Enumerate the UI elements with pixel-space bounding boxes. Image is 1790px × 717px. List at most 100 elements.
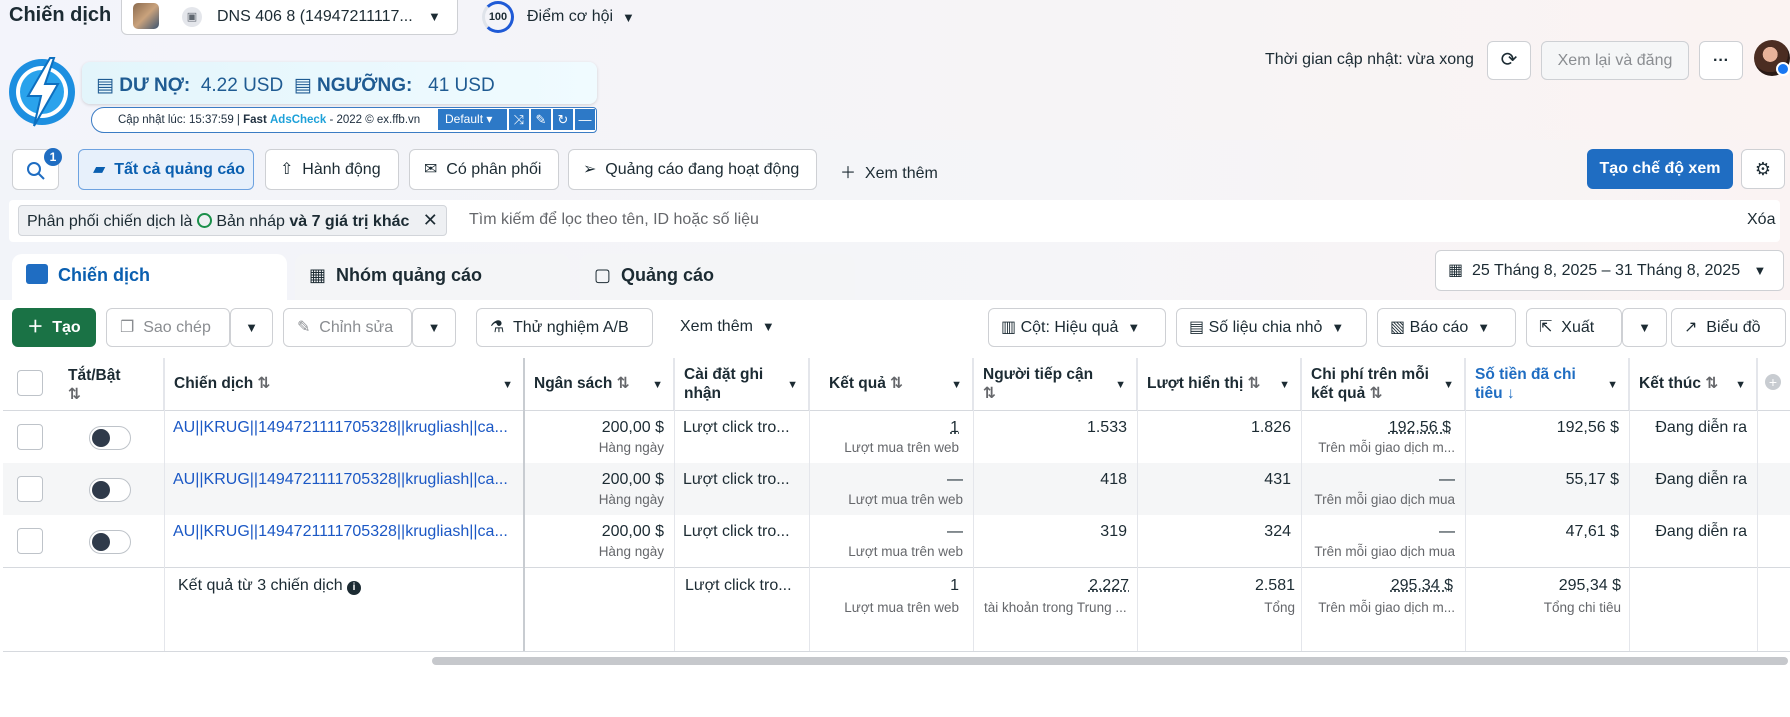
tab-ads[interactable]: ▢ Quảng cáo (580, 254, 855, 300)
columns-label: Cột: Hiệu quả (1020, 319, 1119, 336)
cost-per-result-value: 192,56 $ (1388, 419, 1451, 436)
select-all-checkbox[interactable] (17, 370, 43, 396)
header-label-2: nhận (684, 385, 722, 402)
row-checkbox[interactable] (17, 476, 43, 502)
more-tabs-label: Xem thêm (864, 165, 938, 182)
opportunity-label[interactable]: Điểm cơ hội (527, 8, 613, 26)
header-ends[interactable]: Kết thúc ⇅ ▼ (1629, 358, 1757, 410)
clear-filters-link[interactable]: Xóa (1747, 211, 1775, 229)
row-toggle[interactable] (89, 426, 131, 450)
campaign-name-link[interactable]: AU||KRUG||1494721111705328||krugliash||c… (173, 419, 508, 437)
header-impressions[interactable]: Lượt hiển thị ⇅ ▼ (1137, 358, 1301, 410)
totals-impressions-type: Tổng (1264, 600, 1295, 615)
more-options-button[interactable]: ··· (1699, 41, 1743, 80)
totals-result-type: Lượt mua trên web (844, 600, 959, 615)
chevron-down-icon[interactable]: ▼ (1607, 376, 1618, 395)
budget-value: 200,00 $ (601, 523, 664, 540)
chevron-down-icon[interactable]: ▼ (502, 376, 513, 395)
calendar-icon: ▦ (1448, 262, 1464, 279)
add-column-icon[interactable]: + (1765, 374, 1781, 390)
campaign-name-link[interactable]: AU||KRUG||1494721111705328||krugliash||c… (173, 471, 508, 489)
result-type: Lượt mua trên web (848, 492, 963, 507)
tab-all-ads[interactable]: ▰ Tất cả quảng cáo (78, 149, 254, 190)
copy-button[interactable]: ❐ Sao chép (106, 308, 230, 347)
row-toggle[interactable] (89, 478, 131, 502)
refresh-icon[interactable]: ↻ (553, 109, 573, 130)
more-actions-button[interactable]: Xem thêm ▼ (680, 318, 775, 336)
copy-dropdown[interactable]: ▼ (230, 308, 273, 347)
settings-button[interactable]: ⚙ (1741, 149, 1785, 189)
tab-campaigns[interactable]: Chiến dịch (12, 254, 287, 300)
chevron-down-icon[interactable]: ▼ (622, 10, 635, 25)
campaign-name-link[interactable]: AU||KRUG||1494721111705328||krugliash||c… (173, 523, 508, 541)
chevron-down-icon[interactable]: ▼ (1279, 376, 1290, 395)
chevron-down-icon[interactable]: ▼ (1735, 376, 1746, 395)
header-campaign[interactable]: Chiến dịch ⇅ ▼ (164, 358, 524, 410)
opportunity-score[interactable]: 100 (482, 1, 514, 33)
col-divider (1757, 358, 1758, 651)
export-dropdown[interactable]: ▼ (1622, 308, 1667, 347)
col-divider (1629, 358, 1630, 651)
tab-actions[interactable]: ⇧ Hành động (265, 149, 399, 190)
filter-chip[interactable]: Phân phối chiến dịch là Bản nháp và 7 gi… (18, 205, 447, 236)
header-reach[interactable]: Người tiếp cận ⇅ ▼ (973, 358, 1137, 410)
sort-icon: ⇅ (1369, 385, 1383, 402)
chip-value: Bản nháp (216, 213, 285, 230)
header-cost-per-result[interactable]: Chi phí trên mỗi kết quả ⇅ ▼ (1301, 358, 1465, 410)
adscheck-balance: ▤ DƯ NỢ: 4.22 USD ▤ NGƯỠNG: 41 USD (96, 74, 495, 97)
export-button[interactable]: ⇱ Xuất (1526, 308, 1622, 347)
chevron-down-icon[interactable]: ▼ (1115, 376, 1126, 395)
info-icon[interactable]: i (347, 581, 362, 595)
chevron-down-icon[interactable]: ▼ (652, 376, 663, 395)
chevron-down-icon: ▼ (245, 320, 258, 335)
ab-test-button[interactable]: ⚗ Thử nghiệm A/B (476, 308, 653, 347)
search-input[interactable]: Tìm kiếm để lọc theo tên, ID hoặc số liệ… (469, 211, 759, 229)
header-attribution[interactable]: Cài đặt ghi nhận ▼ (674, 358, 809, 410)
budget-value: 200,00 $ (601, 419, 664, 436)
header-budget[interactable]: Ngân sách ⇅ ▼ (524, 358, 674, 410)
create-view-button[interactable]: Tạo chế độ xem (1587, 149, 1733, 189)
tab-adsets[interactable]: ▦ Nhóm quảng cáo (295, 254, 570, 300)
row-toggle[interactable] (89, 530, 131, 554)
tab-delivering[interactable]: ✉ Có phân phối (409, 149, 559, 190)
charts-button[interactable]: ↗ Biểu đồ (1671, 308, 1786, 347)
date-range-picker[interactable]: ▦ 25 Tháng 8, 2025 – 31 Tháng 8, 2025 ▼ (1435, 250, 1784, 291)
more-tabs-button[interactable]: ＋ Xem thêm (840, 159, 938, 183)
reports-button[interactable]: ▧ Báo cáo ▼ (1377, 308, 1516, 347)
flask-icon: ⚗ (490, 319, 505, 336)
chart-icon: ↗ (1684, 319, 1698, 336)
breakdown-button[interactable]: ▤ Số liệu chia nhỏ ▼ (1176, 308, 1367, 347)
create-button[interactable]: ＋ Tạo (12, 308, 96, 347)
edit-icon[interactable]: ✎ (531, 109, 551, 130)
row-checkbox[interactable] (17, 528, 43, 554)
chevron-down-icon[interactable]: ▼ (428, 9, 441, 24)
chevron-down-icon[interactable]: ▼ (951, 376, 962, 395)
chevron-down-icon[interactable]: ▼ (1443, 376, 1454, 395)
shuffle-icon[interactable]: ⤨ (509, 109, 529, 130)
tab-active-ads[interactable]: ➢ Quảng cáo đang hoạt động (568, 149, 817, 190)
refresh-button[interactable]: ⟳ (1487, 41, 1531, 80)
totals-label: Kết quả từ 3 chiến dịch i (178, 577, 362, 595)
adscheck-updated: Cập nhật lúc: 15:37:59 | Fast AdsCheck -… (118, 114, 420, 126)
row-checkbox[interactable] (17, 424, 43, 450)
edit-dropdown[interactable]: ▼ (412, 308, 456, 347)
horizontal-scrollbar[interactable] (432, 657, 1788, 665)
close-icon[interactable]: ✕ (423, 210, 438, 230)
review-publish-button[interactable]: Xem lại và đăng (1541, 41, 1689, 80)
budget-type: Hàng ngày (598, 492, 664, 507)
sort-icon: ⇅ (1247, 375, 1261, 392)
header-toggle[interactable]: Tắt/Bật ⇅ (68, 366, 121, 404)
header-amount-spent[interactable]: Số tiền đã chi tiêu ↓ ▼ (1465, 358, 1629, 410)
charts-label: Biểu đồ (1706, 319, 1761, 336)
minimize-icon[interactable]: — (575, 109, 595, 130)
chevron-down-icon[interactable]: ▼ (787, 376, 798, 395)
refresh-icon: ⟳ (1500, 49, 1518, 71)
preset-select[interactable]: Default ▾ (438, 109, 507, 130)
edit-button[interactable]: ✎ Chỉnh sửa (283, 308, 412, 347)
header-results[interactable]: Kết quả ⇅ ▼ (809, 358, 973, 410)
totals-result: 1 (950, 577, 959, 594)
columns-button[interactable]: ▥ Cột: Hiệu quả ▼ (988, 308, 1166, 347)
threshold-label: NGƯỠNG: (317, 75, 413, 96)
header-label-2: kết quả (1311, 385, 1366, 402)
more-actions-label: Xem thêm (680, 318, 753, 335)
